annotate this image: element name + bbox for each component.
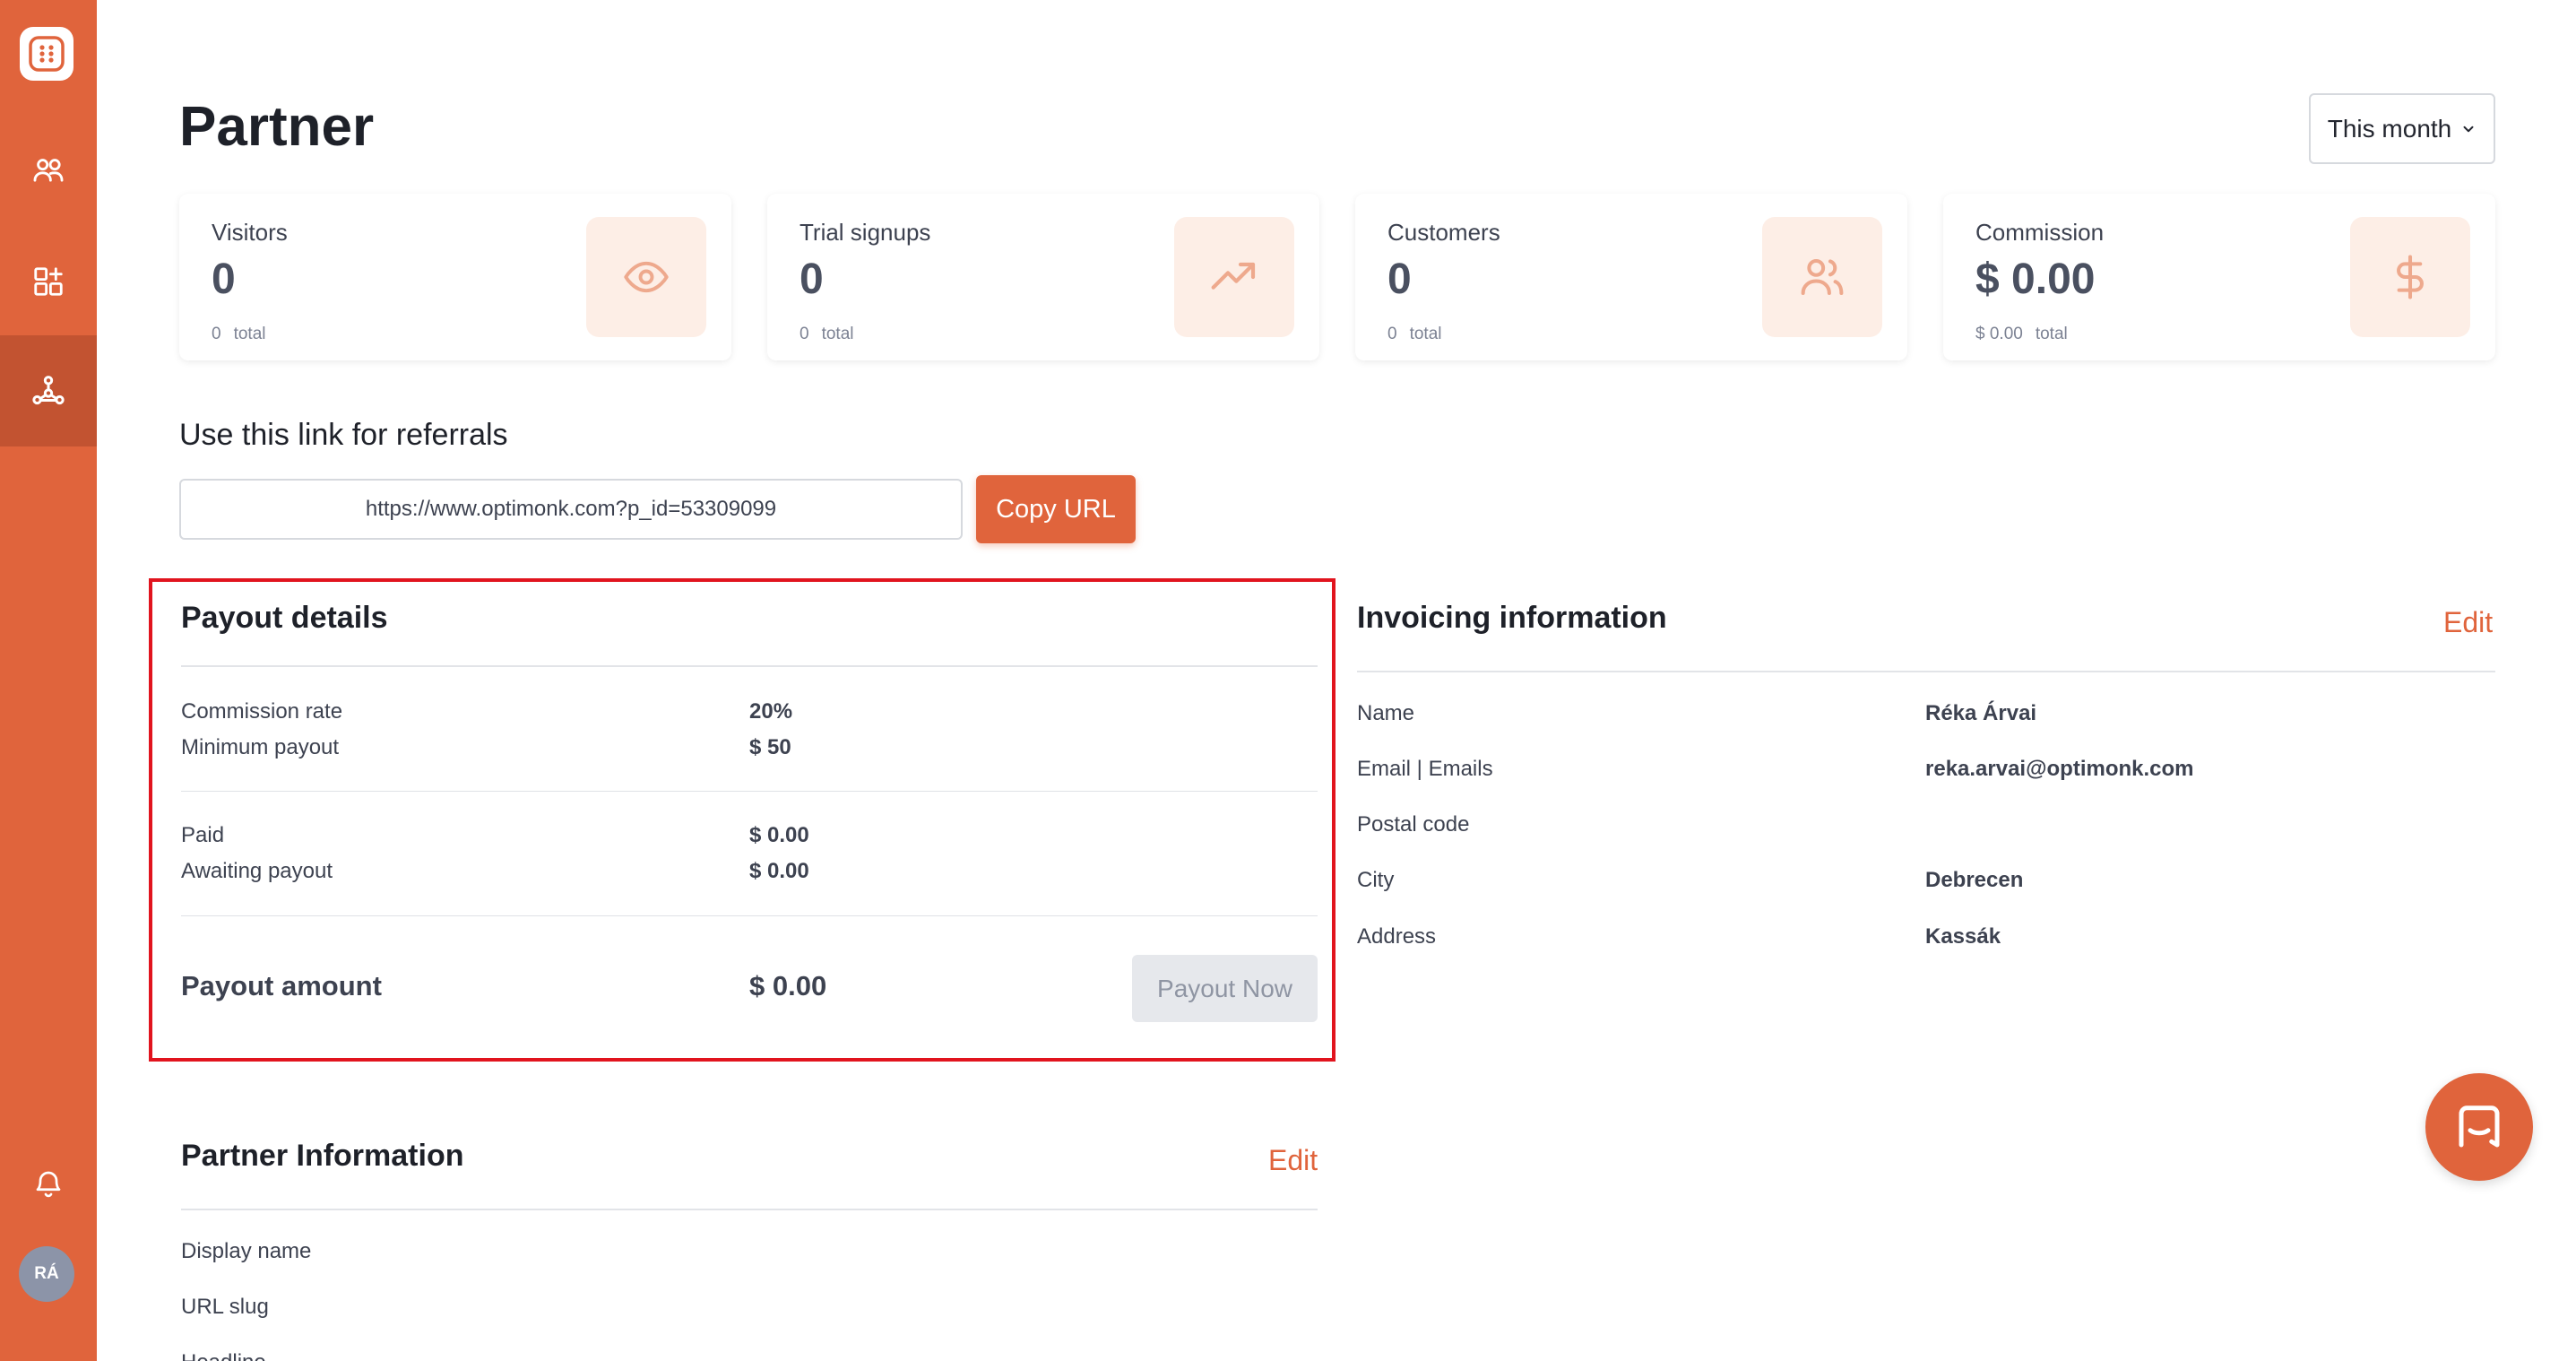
url-slug-label: URL slug bbox=[181, 1295, 269, 1319]
stat-total: $ 0.00 total bbox=[1975, 325, 2068, 343]
paid-label: Paid bbox=[181, 823, 225, 847]
partner-information-edit-link[interactable]: Edit bbox=[1268, 1144, 1318, 1177]
stat-total: 0 total bbox=[1387, 325, 1442, 343]
sidebar-item-users[interactable] bbox=[0, 115, 97, 226]
divider bbox=[181, 791, 1318, 792]
stat-card-visitors: Visitors 0 0 total bbox=[179, 194, 731, 360]
awaiting-payout-value: $ 0.00 bbox=[749, 859, 809, 883]
invoicing-name-label: Name bbox=[1357, 701, 1415, 725]
headline-label: Headline bbox=[181, 1350, 266, 1361]
users-icon bbox=[33, 159, 64, 182]
invoicing-address-label: Address bbox=[1357, 924, 1437, 949]
stat-label: Commission bbox=[1975, 219, 2105, 246]
payout-amount-label: Payout amount bbox=[181, 970, 382, 1001]
stat-label: Customers bbox=[1387, 219, 1500, 246]
app-grid-logo-icon[interactable] bbox=[20, 27, 73, 81]
bell-icon bbox=[36, 1171, 61, 1198]
copy-url-button[interactable]: Copy URL bbox=[976, 475, 1136, 543]
invoicing-email-label: Email | Emails bbox=[1357, 757, 1493, 781]
stat-card-commission: Commission $ 0.00 $ 0.00 total bbox=[1943, 194, 2495, 360]
commission-rate-value: 20% bbox=[749, 699, 793, 724]
eye-icon bbox=[586, 217, 706, 337]
chat-launcher-button[interactable] bbox=[2425, 1073, 2533, 1181]
period-select-value: This month bbox=[2327, 114, 2452, 143]
add-widget-icon bbox=[34, 267, 63, 296]
invoicing-city-value: Debrecen bbox=[1925, 868, 2024, 892]
invoicing-postal-code-label: Postal code bbox=[1357, 812, 1470, 837]
invoicing-email-value: reka.arvai@optimonk.com bbox=[1925, 757, 2194, 781]
payout-now-button[interactable]: Payout Now bbox=[1132, 955, 1318, 1022]
invoicing-city-label: City bbox=[1357, 868, 1395, 892]
sidebar-item-notifications[interactable] bbox=[0, 1128, 97, 1239]
stat-total: 0 total bbox=[800, 325, 854, 343]
sidebar: RÁ bbox=[0, 0, 97, 1361]
period-select[interactable]: This month bbox=[2309, 93, 2495, 164]
payout-amount-value: $ 0.00 bbox=[749, 970, 827, 1001]
divider bbox=[1357, 671, 2495, 672]
referral-url-input[interactable]: https://www.optimonk.com?p_id=53309099 bbox=[179, 479, 963, 540]
payout-details-title: Payout details bbox=[181, 601, 388, 635]
paid-value: $ 0.00 bbox=[749, 823, 809, 847]
partner-network-icon bbox=[32, 376, 65, 405]
sidebar-item-partner[interactable] bbox=[0, 335, 97, 446]
chat-icon bbox=[2459, 1105, 2500, 1148]
users-icon bbox=[1762, 217, 1882, 337]
stat-label: Visitors bbox=[212, 219, 288, 246]
awaiting-payout-label: Awaiting payout bbox=[181, 859, 333, 883]
referral-heading: Use this link for referrals bbox=[179, 418, 508, 452]
partner-information-title: Partner Information bbox=[181, 1139, 464, 1173]
commission-rate-label: Commission rate bbox=[181, 699, 343, 724]
divider bbox=[181, 665, 1318, 667]
avatar[interactable]: RÁ bbox=[19, 1246, 74, 1302]
invoicing-address-value: Kassák bbox=[1925, 924, 2001, 949]
stat-value: 0 bbox=[1387, 256, 1412, 303]
divider bbox=[181, 1209, 1318, 1210]
divider bbox=[181, 915, 1318, 916]
sidebar-item-widgets[interactable] bbox=[0, 226, 97, 337]
display-name-label: Display name bbox=[181, 1239, 312, 1263]
stat-value: $ 0.00 bbox=[1975, 256, 2096, 303]
minimum-payout-value: $ 50 bbox=[749, 735, 791, 759]
stat-card-trial-signups: Trial signups 0 0 total bbox=[767, 194, 1319, 360]
minimum-payout-label: Minimum payout bbox=[181, 735, 340, 759]
page-title: Partner bbox=[179, 96, 375, 158]
stat-label: Trial signups bbox=[800, 219, 931, 246]
trending-up-icon bbox=[1174, 217, 1294, 337]
stat-value: 0 bbox=[212, 256, 236, 303]
stat-card-customers: Customers 0 0 total bbox=[1355, 194, 1907, 360]
invoicing-title: Invoicing information bbox=[1357, 601, 1667, 635]
chevron-down-icon bbox=[2460, 121, 2477, 137]
dollar-icon bbox=[2350, 217, 2470, 337]
invoicing-edit-link[interactable]: Edit bbox=[2443, 606, 2493, 639]
stat-value: 0 bbox=[800, 256, 824, 303]
invoicing-name-value: Réka Árvai bbox=[1925, 701, 2037, 725]
stat-total: 0 total bbox=[212, 325, 266, 343]
